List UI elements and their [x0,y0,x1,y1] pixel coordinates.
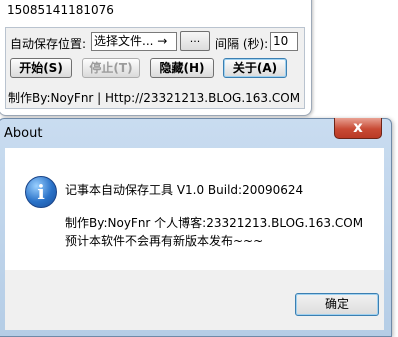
save-location-label: 自动保存位置: [10,37,87,51]
ok-button[interactable]: 确定 [295,293,379,316]
close-icon[interactable]: x [334,118,382,139]
release-note-text: 预计本软件不会再有新版本发布~~~ [65,234,264,248]
status-text: 制作By:NoyFnr | Http://23321213.BLOG.163.C… [8,91,301,105]
interval-label: 间隔 (秒): [215,37,269,51]
interval-input[interactable]: 10 [270,32,298,51]
dialog-body: i 记事本自动保存工具 V1.0 Build:20090624 制作By:Noy… [5,148,384,270]
window-title: 15085141181076 [7,3,114,17]
dialog-title: About [4,126,43,141]
start-button[interactable]: 开始(S) [10,58,72,78]
save-path-select[interactable]: 选择文件... → [91,32,177,51]
dialog-footer: 确定 [5,270,384,330]
main-panel: 自动保存位置: 选择文件... → ... 间隔 (秒): 10 开始(S) 停… [5,27,305,109]
info-icon: i [25,176,57,208]
author-blog-text: 制作By:NoyFnr 个人博客:23321213.BLOG.163.COM [65,216,364,230]
browse-button[interactable]: ... [180,31,210,51]
product-version-text: 记事本自动保存工具 V1.0 Build:20090624 [65,183,304,197]
main-window: 15085141181076 自动保存位置: 选择文件... → ... 间隔 … [0,0,312,116]
about-button[interactable]: 关于(A) [223,58,287,78]
stop-button[interactable]: 停止(T) [82,58,140,78]
about-dialog: About x i 记事本自动保存工具 V1.0 Build:20090624 … [0,118,392,337]
hide-button[interactable]: 隐藏(H) [150,58,214,78]
